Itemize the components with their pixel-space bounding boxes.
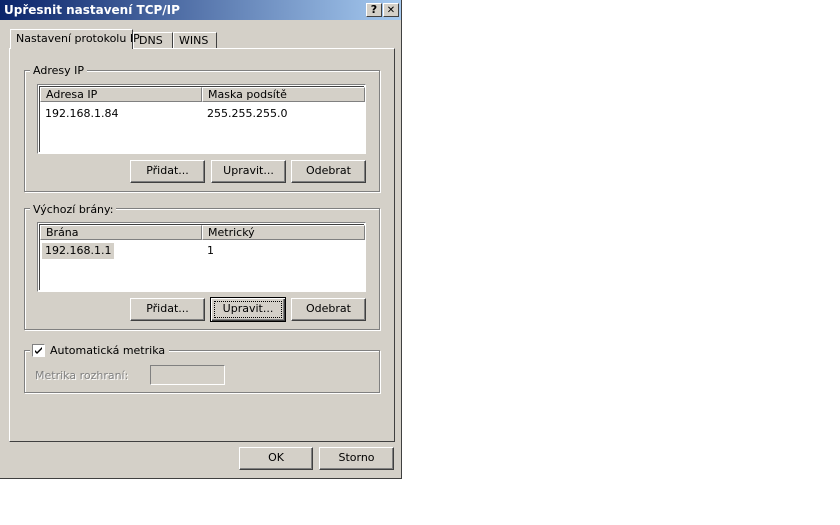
edit-ip-button[interactable]: Upravit... bbox=[211, 160, 286, 183]
remove-ip-button[interactable]: Odebrat bbox=[291, 160, 366, 183]
advanced-tcpip-dialog: Upřesnit nastavení TCP/IP ? ✕ Nastavení … bbox=[0, 0, 402, 479]
ip-addresses-legend: Adresy IP bbox=[30, 64, 87, 77]
close-icon: ✕ bbox=[386, 5, 396, 16]
title-bar[interactable]: Upřesnit nastavení TCP/IP ? ✕ bbox=[0, 0, 401, 20]
metric-cell: 1 bbox=[207, 244, 214, 257]
interface-metric-field[interactable] bbox=[150, 365, 225, 385]
column-header-mask[interactable]: Maska podsítě bbox=[202, 87, 365, 102]
cancel-button[interactable]: Storno bbox=[319, 447, 394, 470]
default-gateways-legend: Výchozí brány: bbox=[30, 203, 117, 216]
mask-cell: 255.255.255.0 bbox=[207, 107, 288, 120]
close-button[interactable]: ✕ bbox=[383, 3, 399, 17]
ip-cell: 192.168.1.84 bbox=[45, 107, 119, 120]
focus-rect bbox=[214, 301, 282, 318]
edit-gateway-button[interactable]: Upravit... bbox=[210, 297, 286, 322]
tab-label: Nastavení protokolu IP bbox=[16, 32, 140, 45]
remove-gateway-button[interactable]: Odebrat bbox=[291, 298, 366, 321]
auto-metric-label: Automatická metrika bbox=[50, 344, 166, 357]
ok-button[interactable]: OK bbox=[239, 447, 313, 470]
help-button[interactable]: ? bbox=[366, 3, 382, 17]
auto-metric-checkbox[interactable] bbox=[32, 344, 45, 357]
tab-label: DNS bbox=[139, 34, 163, 47]
tab-ip-settings[interactable]: Nastavení protokolu IP bbox=[10, 29, 140, 49]
checkmark-icon bbox=[35, 347, 42, 354]
column-header-metric[interactable]: Metrický bbox=[202, 225, 365, 240]
tab-label: WINS bbox=[179, 34, 209, 47]
ip-address-list[interactable]: Adresa IP Maska podsítě 192.168.1.84 255… bbox=[37, 84, 366, 154]
column-header-ip[interactable]: Adresa IP bbox=[40, 87, 202, 102]
gateway-cell: 192.168.1.1 bbox=[42, 243, 114, 259]
gateway-list[interactable]: Brána Metrický 192.168.1.1 1 bbox=[37, 222, 366, 292]
dialog-title: Upřesnit nastavení TCP/IP bbox=[4, 3, 180, 17]
column-header-gateway[interactable]: Brána bbox=[40, 225, 202, 240]
help-icon: ? bbox=[370, 3, 378, 16]
interface-metric-label: Metrika rozhraní: bbox=[35, 369, 129, 382]
add-gateway-button[interactable]: Přidat... bbox=[130, 298, 205, 321]
auto-metric-checkbox-row[interactable]: Automatická metrika bbox=[30, 344, 170, 358]
add-ip-button[interactable]: Přidat... bbox=[130, 160, 205, 183]
tab-wins[interactable]: WINS bbox=[173, 32, 217, 49]
